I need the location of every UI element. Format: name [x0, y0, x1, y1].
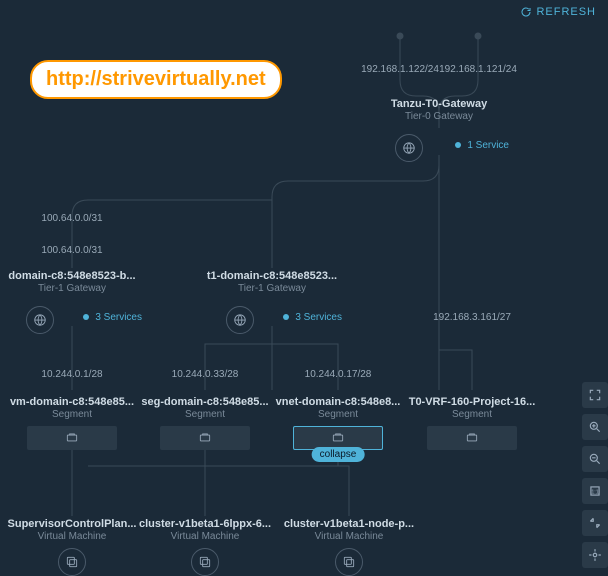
fit-button[interactable]: 1:1	[582, 478, 608, 504]
status-dot	[283, 314, 289, 320]
t1-left-node[interactable]: domain-c8:548e8523-b... Tier-1 Gateway 3…	[2, 270, 142, 334]
vm-c1-node[interactable]: cluster-v1beta1-6lppx-6... Virtual Machi…	[135, 518, 275, 576]
vm-icon	[335, 548, 363, 576]
vm-c2-node[interactable]: cluster-v1beta1-node-p... Virtual Machin…	[279, 518, 419, 576]
status-dot	[455, 142, 461, 148]
segment-title: vm-domain-c8:548e85...	[2, 396, 142, 408]
vrf-cidr: 192.168.3.161/27	[433, 312, 511, 323]
gateway-icon	[395, 134, 423, 162]
segment-icon	[27, 426, 117, 450]
gateway-icon	[26, 306, 54, 334]
segment-vnet-node[interactable]: vnet-domain-c8:548e8... Segment	[268, 396, 408, 450]
collapse-all-button[interactable]	[582, 510, 608, 536]
segment-title: seg-domain-c8:548e85...	[135, 396, 275, 408]
vm-title: cluster-v1beta1-node-p...	[279, 518, 419, 530]
recenter-button[interactable]	[582, 542, 608, 568]
vm-title: cluster-v1beta1-6lppx-6...	[135, 518, 275, 530]
t0-services-link[interactable]: 1 Service	[467, 140, 509, 151]
t1-left-title: domain-c8:548e8523-b...	[2, 270, 142, 282]
vm-icon	[58, 548, 86, 576]
segment-vm-node[interactable]: vm-domain-c8:548e85... Segment	[2, 396, 142, 450]
uplink-right-cidr: 192.168.1.121/24	[439, 64, 517, 75]
segment-subtitle: Segment	[402, 409, 542, 420]
segment-title: vnet-domain-c8:548e8...	[268, 396, 408, 408]
seg-vnet-cidr: 10.244.0.17/28	[305, 369, 372, 380]
view-toolbar: 1:1	[582, 382, 608, 568]
segment-seg-node[interactable]: seg-domain-c8:548e85... Segment	[135, 396, 275, 450]
seg-seg-cidr: 10.244.0.33/28	[172, 369, 239, 380]
t1-left-services-link[interactable]: 3 Services	[95, 312, 142, 323]
t1-mid-node[interactable]: t1-domain-c8:548e8523... Tier-1 Gateway …	[202, 270, 342, 334]
t1-mid-subtitle: Tier-1 Gateway	[202, 283, 342, 294]
collapse-pill[interactable]: collapse	[312, 447, 365, 462]
t1-left-subtitle: Tier-1 Gateway	[2, 283, 142, 294]
t1-mid-title: t1-domain-c8:548e8523...	[202, 270, 342, 282]
t1-mid-services-link[interactable]: 3 Services	[295, 312, 342, 323]
uplink-left-cidr: 192.168.1.122/24	[361, 64, 439, 75]
svg-text:1:1: 1:1	[591, 489, 598, 495]
segment-subtitle: Segment	[2, 409, 142, 420]
gateway-icon	[226, 306, 254, 334]
t0-title: Tanzu-T0-Gateway	[369, 98, 509, 110]
seg-vm-cidr: 10.244.0.1/28	[41, 369, 102, 380]
t1-left-cidr2: 100.64.0.0/31	[41, 245, 102, 256]
status-dot	[83, 314, 89, 320]
watermark-badge: http://strivevirtually.net	[30, 60, 282, 99]
segment-icon	[160, 426, 250, 450]
segment-icon	[427, 426, 517, 450]
fullscreen-button[interactable]	[582, 382, 608, 408]
segment-title: T0-VRF-160-Project-16...	[402, 396, 542, 408]
vm-subtitle: Virtual Machine	[2, 531, 142, 542]
t0-gateway-node[interactable]: Tanzu-T0-Gateway Tier-0 Gateway 1 Servic…	[369, 98, 509, 162]
vm-icon	[191, 548, 219, 576]
vm-subtitle: Virtual Machine	[279, 531, 419, 542]
t0-subtitle: Tier-0 Gateway	[369, 111, 509, 122]
zoom-out-button[interactable]	[582, 446, 608, 472]
segment-subtitle: Segment	[268, 409, 408, 420]
vm-scp-node[interactable]: SupervisorControlPlan... Virtual Machine	[2, 518, 142, 576]
segment-vrf-node[interactable]: T0-VRF-160-Project-16... Segment	[402, 396, 542, 450]
t1-left-cidr1: 100.64.0.0/31	[41, 213, 102, 224]
zoom-in-button[interactable]	[582, 414, 608, 440]
vm-subtitle: Virtual Machine	[135, 531, 275, 542]
vm-title: SupervisorControlPlan...	[2, 518, 142, 530]
segment-subtitle: Segment	[135, 409, 275, 420]
